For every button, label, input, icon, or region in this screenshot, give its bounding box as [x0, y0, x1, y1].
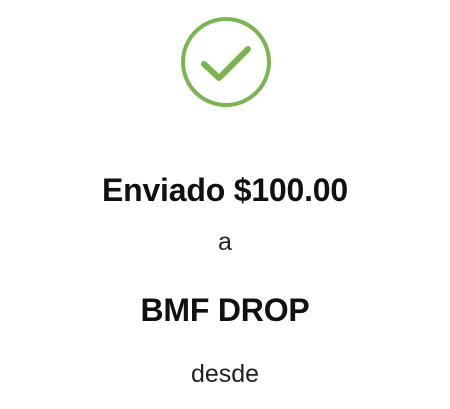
check-circle-ring: [181, 17, 271, 107]
from-label: desde: [190, 360, 260, 388]
checkmark: [201, 46, 251, 81]
to-label: a: [218, 228, 232, 256]
recipient-name: BMF DROP: [140, 292, 310, 328]
sent-amount-title: Enviado $100.00: [101, 172, 349, 208]
payment-confirmation: Enviado $100.00 a BMF DROP desde: [0, 0, 450, 409]
check-circle-icon: [180, 16, 272, 108]
